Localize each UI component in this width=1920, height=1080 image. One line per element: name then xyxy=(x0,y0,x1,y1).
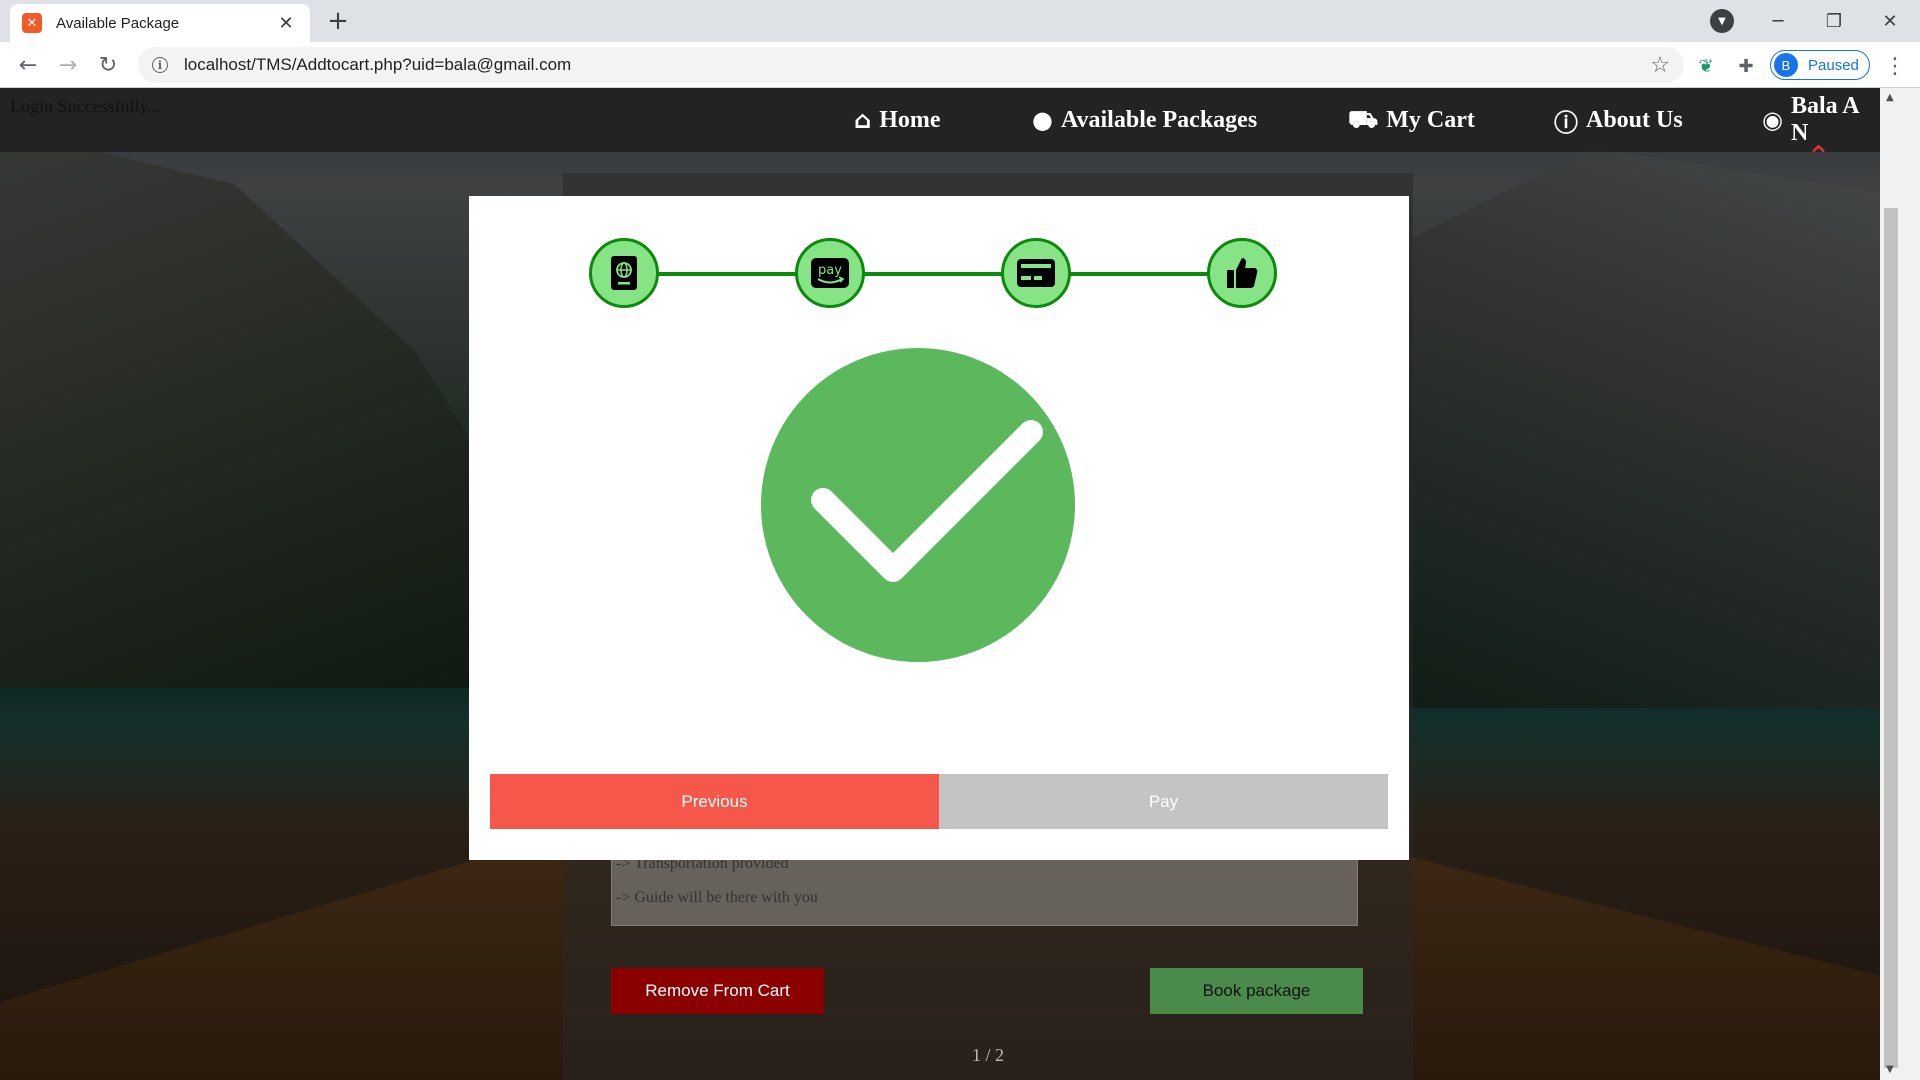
progress-steps: pay xyxy=(589,238,1277,310)
success-indicator xyxy=(761,348,1075,662)
credit-card-icon xyxy=(1017,259,1055,287)
nav-user-label: Bala A N xyxy=(1790,93,1859,146)
step-connector xyxy=(855,272,1005,276)
user-circle-icon: ◉ xyxy=(1762,106,1783,134)
extension-icon[interactable]: ❦ xyxy=(1695,55,1717,77)
scroll-down-arrow-icon[interactable]: ▼ xyxy=(1886,1064,1894,1075)
nav-cart-label: My Cart xyxy=(1386,106,1475,133)
nav-available-packages[interactable]: ● Available Packages xyxy=(1032,88,1257,152)
book-package-button[interactable]: Book package xyxy=(1150,968,1363,1014)
reload-icon[interactable]: ↻ xyxy=(92,49,124,81)
nav-packages-label: Available Packages xyxy=(1060,106,1258,133)
description-line: -> Guide will be there with you xyxy=(616,889,818,906)
nav-home[interactable]: ⌂ Home xyxy=(854,88,941,152)
nav-my-cart[interactable]: ⛟ My Cart xyxy=(1348,88,1475,152)
chevron-up-icon[interactable]: ⌃ xyxy=(1806,143,1834,173)
scrollbar-thumb[interactable] xyxy=(1884,208,1898,1068)
cart-icon: ⛟ xyxy=(1348,104,1379,133)
url-text: localhost/TMS/Addtocart.php?uid=bala@gma… xyxy=(184,55,572,74)
browser-tab[interactable]: ✕ Available Package ✕ xyxy=(10,4,310,42)
passport-icon xyxy=(611,256,637,290)
globe-icon: ● xyxy=(1032,106,1053,134)
profile-status: Paused xyxy=(1808,56,1859,74)
thumbs-up-icon xyxy=(1227,258,1258,288)
page-scrollbar[interactable]: ▲ ▼ xyxy=(1880,88,1920,1080)
profile-button[interactable]: B Paused xyxy=(1770,50,1870,80)
close-window-icon[interactable]: ✕ xyxy=(1862,0,1918,42)
tab-title: Available Package xyxy=(56,14,180,32)
nav-about-us[interactable]: ⓘ About Us xyxy=(1554,88,1683,152)
pay-button[interactable]: Pay xyxy=(939,774,1388,829)
xampp-icon: ✕ xyxy=(22,13,42,33)
login-message: Login Successfully... xyxy=(10,96,161,116)
step-amazon-pay: pay xyxy=(795,238,865,308)
maximize-icon[interactable]: ❐ xyxy=(1806,0,1862,42)
carousel-pager: 1 / 2 xyxy=(971,1045,1004,1065)
kebab-menu-icon[interactable]: ⋮ xyxy=(1884,54,1906,79)
address-bar[interactable]: i localhost/TMS/Addtocart.php?uid=bala@g… xyxy=(138,47,1684,83)
step-connector xyxy=(1061,272,1211,276)
payment-modal: pay Previous Pay xyxy=(469,196,1409,860)
puzzle-extensions-icon[interactable]: ✚ xyxy=(1735,55,1757,77)
svg-text:pay: pay xyxy=(818,263,842,278)
browser-toolbar: ← → ↻ i localhost/TMS/Addtocart.php?uid=… xyxy=(0,42,1920,88)
step-passport xyxy=(589,238,659,308)
nav-about-label: About Us xyxy=(1586,106,1683,133)
nav-home-label: Home xyxy=(879,106,941,133)
checkmark-icon xyxy=(811,420,1043,582)
back-icon[interactable]: ← xyxy=(12,49,44,81)
remove-from-cart-button[interactable]: Remove From Cart xyxy=(611,968,824,1014)
new-tab-icon[interactable]: + xyxy=(322,6,354,38)
info-icon: ⓘ xyxy=(1554,108,1578,137)
site-info-icon[interactable]: i xyxy=(152,57,168,73)
bookmark-star-icon[interactable]: ☆ xyxy=(1650,53,1670,78)
avatar: B xyxy=(1774,53,1798,77)
step-connector xyxy=(649,272,799,276)
tab-search-icon[interactable]: ▼ xyxy=(1710,9,1734,33)
background-mountain-left xyxy=(0,128,520,688)
site-navbar: ⌂ Home ● Available Packages ⛟ My Cart ⓘ … xyxy=(0,88,1880,152)
previous-button[interactable]: Previous xyxy=(490,774,939,829)
step-credit-card xyxy=(1001,238,1071,308)
browser-tab-strip: ✕ Available Package ✕ + ▼ ─ ❐ ✕ xyxy=(0,0,1920,42)
tab-close-icon[interactable]: ✕ xyxy=(274,13,298,34)
scroll-up-arrow-icon[interactable]: ▲ xyxy=(1886,92,1894,103)
amazon-pay-icon: pay xyxy=(811,258,849,288)
home-icon: ⌂ xyxy=(854,106,872,134)
step-thumbs-up xyxy=(1207,238,1277,308)
minimize-icon[interactable]: ─ xyxy=(1750,0,1806,42)
forward-icon[interactable]: → xyxy=(52,49,84,81)
